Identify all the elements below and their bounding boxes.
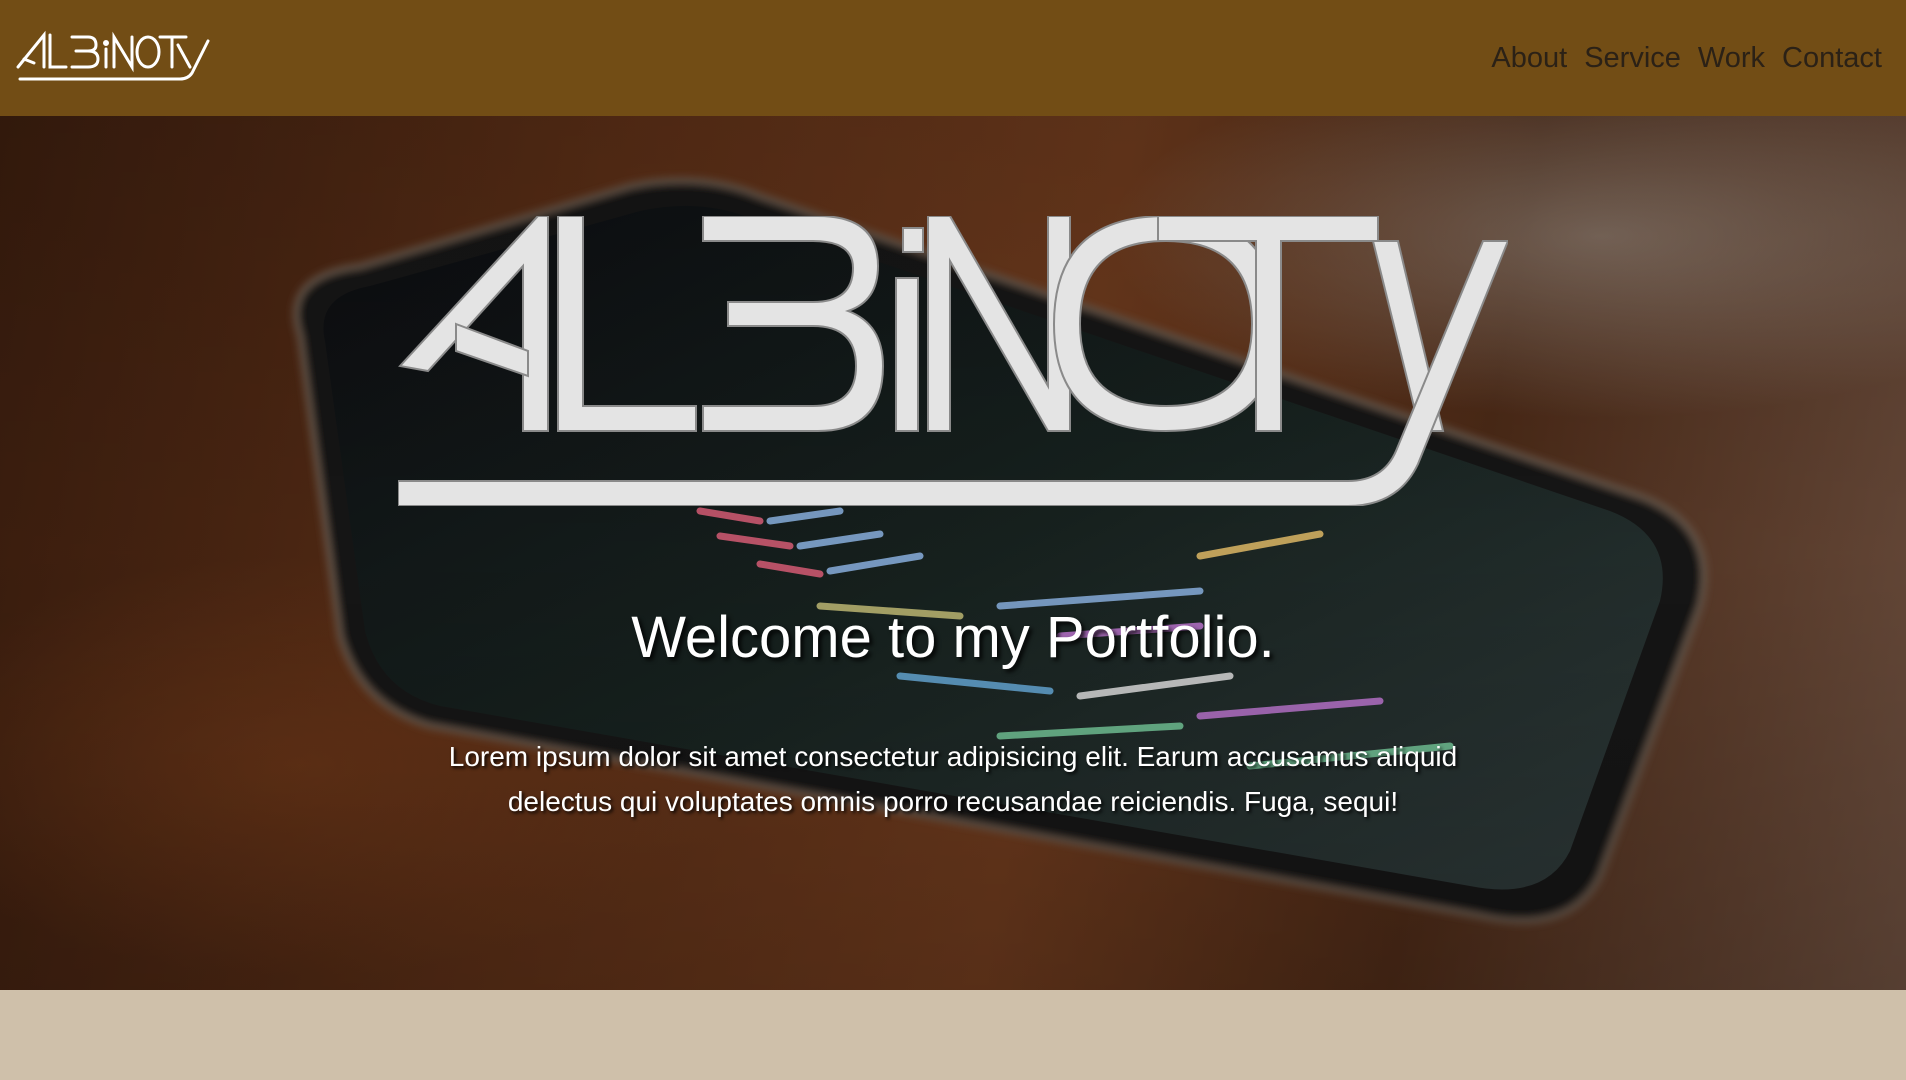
navbar: About Service Work Contact — [0, 0, 1906, 116]
page-bottom-band — [0, 990, 1906, 1080]
nav-link-service[interactable]: Service — [1584, 38, 1681, 78]
nav-menu: About Service Work Contact — [1474, 38, 1882, 78]
hero-section: Welcome to my Portfolio. Lorem ipsum dol… — [0, 116, 1906, 990]
page: About Service Work Contact Welcome to my… — [0, 0, 1906, 1080]
brand-logo[interactable] — [14, 29, 214, 83]
nav-link-contact[interactable]: Contact — [1782, 38, 1882, 78]
nav-link-work[interactable]: Work — [1698, 38, 1765, 78]
hero-title: Welcome to my Portfolio. — [631, 605, 1275, 670]
hero-description: Lorem ipsum dolor sit amet consectetur a… — [448, 741, 1458, 817]
nav-link-about[interactable]: About — [1491, 38, 1567, 78]
hero-logo — [398, 216, 1508, 506]
